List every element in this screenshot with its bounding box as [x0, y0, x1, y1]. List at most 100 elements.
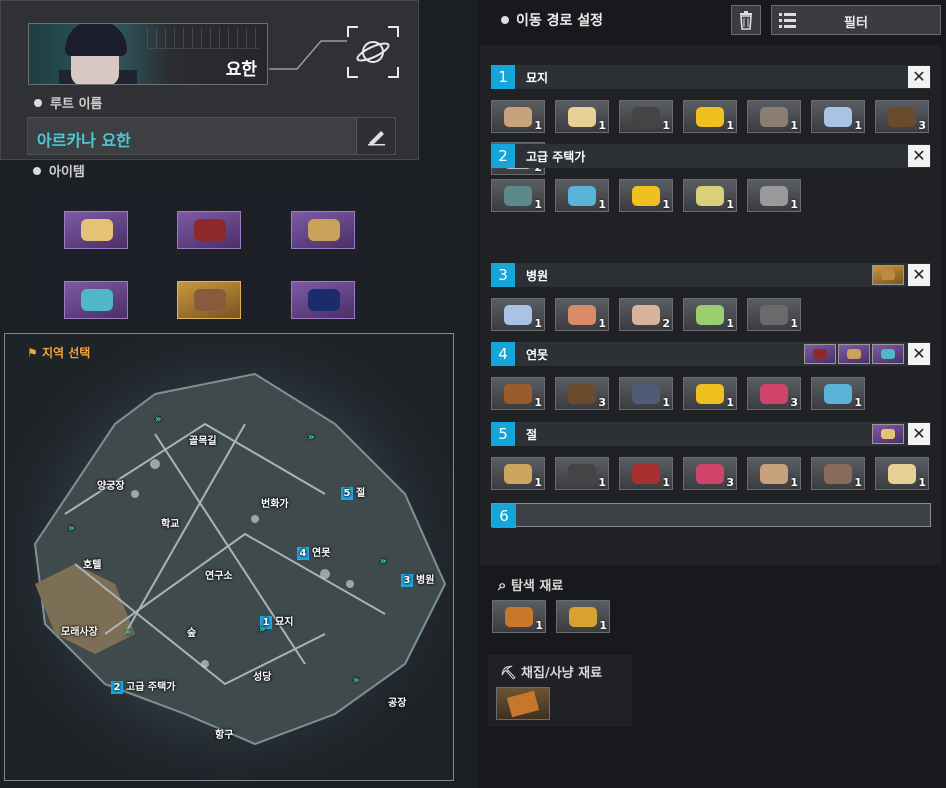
material-slot[interactable]: 1: [683, 298, 737, 331]
close-icon[interactable]: ✕: [908, 66, 930, 88]
place-harbor[interactable]: 항구: [215, 726, 233, 741]
character-portrait[interactable]: 요한: [28, 23, 268, 85]
sword-icon: [505, 607, 533, 627]
material-count: 1: [534, 317, 542, 330]
route-header-2[interactable]: 2 고급 주택가 ✕: [491, 144, 931, 168]
material-slot[interactable]: 1: [683, 100, 737, 133]
search-material-slot[interactable]: 1: [492, 600, 546, 633]
material-slot[interactable]: 1: [747, 179, 801, 212]
equipment-slot[interactable]: [64, 281, 128, 319]
material-slot[interactable]: 1: [555, 457, 609, 490]
armor-icon: [194, 219, 226, 241]
material-slot[interactable]: 1: [747, 100, 801, 133]
tape-icon: [760, 186, 788, 206]
place-alley[interactable]: 골목길: [189, 432, 217, 447]
route-header-1[interactable]: 1 묘지 ✕: [491, 65, 931, 89]
close-icon[interactable]: ✕: [908, 343, 930, 365]
place-factory[interactable]: 공장: [388, 694, 406, 709]
equipment-slot[interactable]: [291, 281, 355, 319]
place-hotel[interactable]: 호텔: [83, 556, 101, 571]
material-slot[interactable]: 1: [491, 457, 545, 490]
equipment-slot[interactable]: [177, 211, 241, 249]
material-slot[interactable]: 1: [619, 100, 673, 133]
route-header-3[interactable]: 3 병원 ✕: [491, 263, 931, 287]
search-material-slot[interactable]: 1: [556, 600, 610, 633]
helmet-icon: [308, 219, 340, 241]
material-slot[interactable]: 1: [619, 377, 673, 410]
flower-icon: [696, 384, 724, 404]
material-slot[interactable]: 3: [875, 100, 929, 133]
place-archery[interactable]: 양궁장: [97, 477, 125, 492]
ice-icon: [504, 305, 532, 325]
planet-button[interactable]: [347, 26, 399, 78]
route-marker-2[interactable]: 2 고급 주택가: [111, 678, 175, 694]
gather-materials-text: 채집/사냥 재료: [521, 666, 603, 681]
material-slot[interactable]: 1: [555, 179, 609, 212]
filter-button[interactable]: 필터: [771, 5, 941, 35]
trash-icon: [740, 11, 752, 30]
material-slot[interactable]: 1: [683, 377, 737, 410]
material-slot[interactable]: 3: [683, 457, 737, 490]
material-slot[interactable]: 1: [875, 457, 929, 490]
equipment-slot[interactable]: [177, 281, 241, 319]
close-icon[interactable]: ✕: [908, 145, 930, 167]
material-slot[interactable]: 1: [619, 457, 673, 490]
material-slot[interactable]: 1: [491, 377, 545, 410]
material-slot[interactable]: 1: [811, 100, 865, 133]
map-title-text: 지역 선택: [41, 346, 91, 360]
place-chapel[interactable]: 성당: [253, 668, 271, 683]
material-slot[interactable]: 3: [555, 377, 609, 410]
route-name-value: 아르카나 요한: [37, 131, 131, 150]
hyperloop-icon[interactable]: »: [68, 523, 74, 534]
marker-name: 고급 주택가: [126, 682, 176, 693]
material-slot[interactable]: 1: [747, 298, 801, 331]
route-name-field[interactable]: 아르카나 요한: [27, 117, 396, 155]
hyperloop-icon[interactable]: »: [155, 414, 161, 425]
ice-icon: [824, 107, 852, 127]
material-slot[interactable]: 1: [683, 179, 737, 212]
material-slot[interactable]: 1: [619, 179, 673, 212]
material-slot[interactable]: 1: [491, 100, 545, 133]
material-slot[interactable]: 2: [619, 298, 673, 331]
edit-button[interactable]: [356, 118, 395, 154]
delete-button[interactable]: [731, 5, 761, 35]
material-slot[interactable]: 1: [811, 377, 865, 410]
material-slot[interactable]: 1: [491, 298, 545, 331]
cap-icon: [632, 384, 660, 404]
hyperloop-icon[interactable]: »: [125, 627, 131, 638]
hyperloop-icon[interactable]: »: [308, 432, 314, 443]
route-header-6[interactable]: 6: [491, 503, 931, 528]
close-icon[interactable]: ✕: [908, 423, 930, 445]
route-marker-3[interactable]: 3 병원: [401, 571, 434, 587]
pickaxe-icon: ⛏: [500, 666, 517, 681]
route-number: 5: [491, 422, 515, 446]
equipment-slot[interactable]: [64, 211, 128, 249]
route-header-5[interactable]: 5 절 ✕: [491, 422, 931, 446]
route-marker-4[interactable]: 4 연못: [297, 544, 330, 560]
gather-item[interactable]: [496, 687, 550, 720]
hyperloop-icon[interactable]: »: [380, 556, 386, 567]
material-count: 2: [662, 317, 670, 330]
route-marker-5[interactable]: 5절: [341, 484, 365, 500]
equipment-slot[interactable]: [291, 211, 355, 249]
close-icon[interactable]: ✕: [908, 264, 930, 286]
place-downtown[interactable]: 번화가: [261, 495, 289, 510]
material-slot[interactable]: 1: [491, 179, 545, 212]
material-slot[interactable]: 1: [747, 457, 801, 490]
material-slot[interactable]: 1: [811, 457, 865, 490]
route-header-4[interactable]: 4 연못 ✕: [491, 342, 931, 366]
map-title: ⚑ 지역 선택: [27, 344, 90, 361]
area-map[interactable]: ⚑ 지역 선택 골목길 양궁장 번화가 학교 호텔 연구소 모래사장 숲 성당 …: [4, 333, 454, 781]
hyperloop-icon[interactable]: »: [353, 675, 359, 686]
place-forest[interactable]: 숲: [187, 624, 196, 639]
material-slot[interactable]: 1: [555, 100, 609, 133]
place-school[interactable]: 학교: [161, 515, 179, 530]
place-lab[interactable]: 연구소: [205, 567, 233, 582]
place-beach[interactable]: 모래사장: [61, 623, 98, 638]
marker-name: 연못: [312, 548, 331, 559]
hyperloop-icon[interactable]: »: [259, 624, 265, 635]
material-slot[interactable]: 1: [555, 298, 609, 331]
equipment-grid: [25, 188, 374, 328]
material-count: 1: [599, 619, 607, 632]
material-slot[interactable]: 3: [747, 377, 801, 410]
